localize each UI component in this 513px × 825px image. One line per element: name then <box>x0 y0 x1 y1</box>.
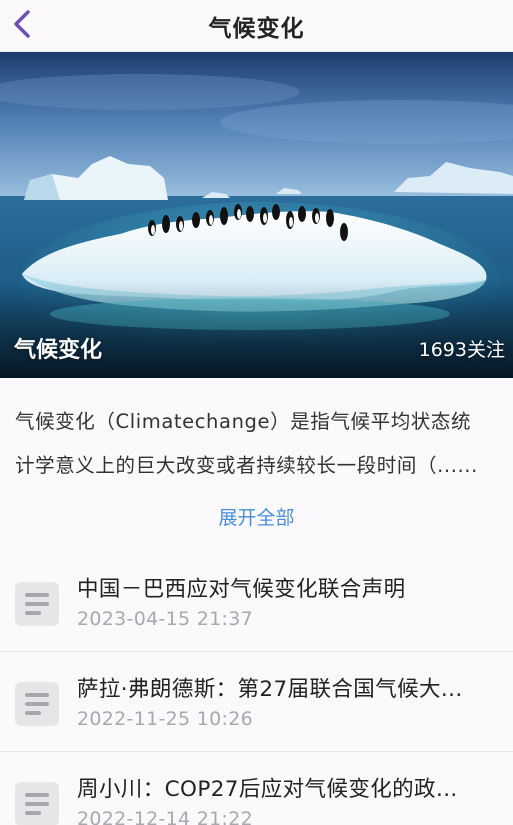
page: 气候变化 气候变化 1693关注 气候变化（Climatechange）是指气候… <box>0 0 513 825</box>
expand-all-link[interactable]: 展开全部 <box>0 503 513 530</box>
description-line: 计学意义上的巨大改变或者持续较长一段时间（...... <box>15 454 478 477</box>
follow-count: 1693关注 <box>419 335 505 362</box>
description-line: 气候变化（Climatechange）是指气候平均状态统 <box>15 410 472 433</box>
list-item[interactable]: 周小川：COP27后应对气候变化的政... 2022-12-14 21:22 <box>0 752 513 825</box>
article-title: 周小川：COP27后应对气候变化的政... <box>77 777 458 802</box>
page-title: 气候变化 <box>208 15 305 42</box>
document-icon <box>15 782 59 825</box>
article-title: 萨拉·弗朗德斯：第27届联合国气候大... <box>77 677 463 702</box>
document-icon <box>15 682 59 726</box>
list-item[interactable]: 中国－巴西应对气候变化联合声明 2023-04-15 21:37 <box>0 552 513 652</box>
hero-title: 气候变化 <box>14 338 103 363</box>
back-button[interactable] <box>2 2 42 46</box>
article-date: 2023-04-15 21:37 <box>77 608 254 630</box>
article-list: 中国－巴西应对气候变化联合声明 2023-04-15 21:37 萨拉·弗朗德斯… <box>0 552 513 825</box>
back-arrow-icon <box>14 10 30 38</box>
top-bar: 气候变化 <box>0 0 513 52</box>
topic-description: 气候变化（Climatechange）是指气候平均状态统 计学意义上的巨大改变或… <box>15 400 510 488</box>
article-date: 2022-12-14 21:22 <box>77 808 254 825</box>
article-date: 2022-11-25 10:26 <box>77 708 254 730</box>
hero-banner[interactable]: 气候变化 1693关注 <box>0 52 513 378</box>
article-title: 中国－巴西应对气候变化联合声明 <box>77 577 406 602</box>
follow-label: 关注 <box>466 339 505 361</box>
document-icon <box>15 582 59 626</box>
list-item[interactable]: 萨拉·弗朗德斯：第27届联合国气候大... 2022-11-25 10:26 <box>0 652 513 752</box>
follow-count-number: 1693 <box>418 339 467 361</box>
hero-image <box>0 52 513 378</box>
